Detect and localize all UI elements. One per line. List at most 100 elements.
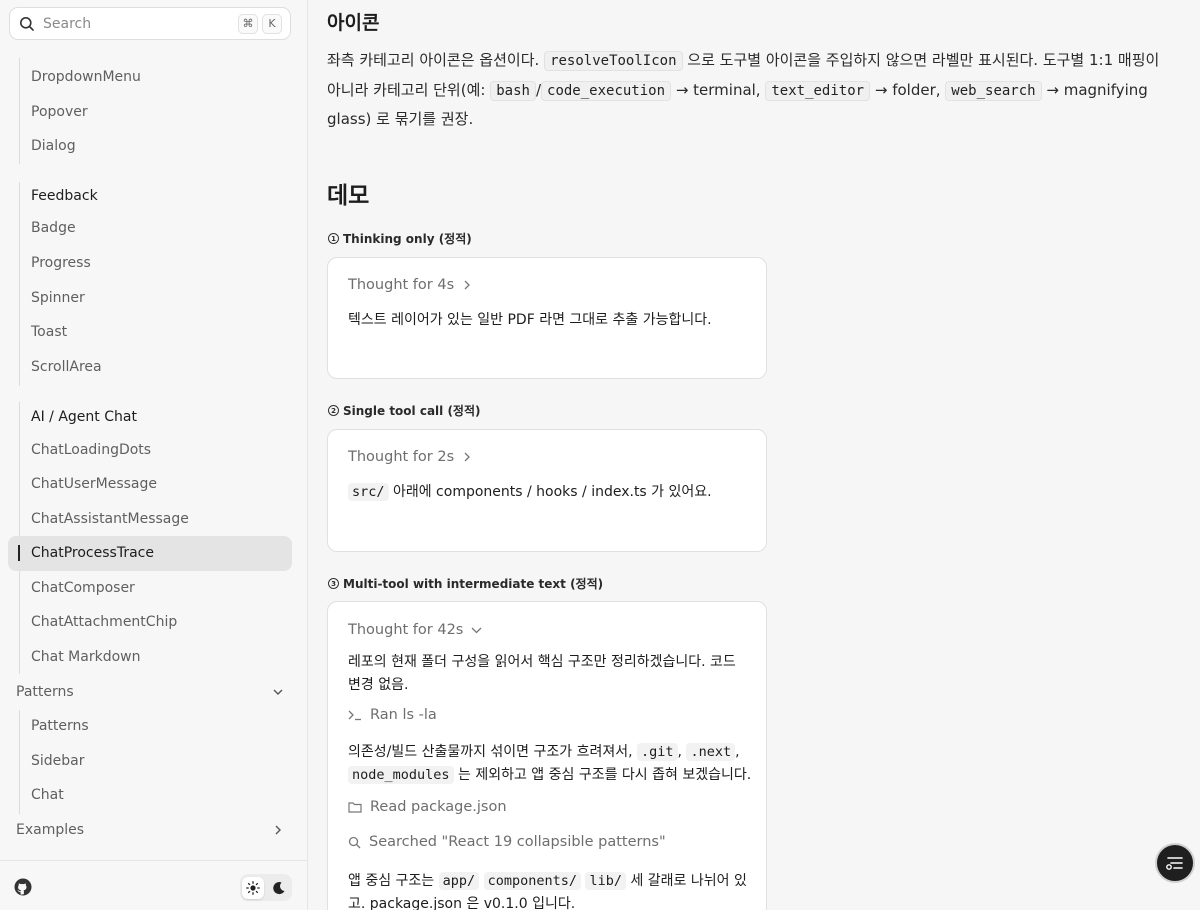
thought-toggle[interactable]: Thought for 42s <box>348 622 482 638</box>
main-content: 아이콘 좌측 카테고리 아이콘은 옵션이다. resolveToolIcon 으… <box>308 0 1200 910</box>
search-placeholder: Search <box>43 15 92 32</box>
text-run: → terminal, <box>675 80 761 99</box>
sidebar-section-patterns[interactable]: Patterns <box>16 684 292 700</box>
text-run: → folder, <box>874 80 941 99</box>
sidebar-item-spinner[interactable]: Spinner <box>31 290 85 306</box>
number-badge: 2 <box>328 405 339 416</box>
chevron-right-icon <box>464 280 471 290</box>
tool-step-label: Read package.json <box>370 799 507 815</box>
sidebar-section-examples[interactable]: Examples <box>16 822 292 838</box>
inline-code: node_modules <box>348 766 454 784</box>
sidebar-item-chatcomposer[interactable]: ChatComposer <box>31 580 135 596</box>
text-run: 는 제외하고 앱 중심 구조를 다시 좁혀 보겠습니다. <box>458 767 752 783</box>
demo-label-text: Multi-tool with intermediate text (정적) <box>343 577 604 591</box>
tool-step-terminal[interactable]: Ran ls -la <box>348 707 437 723</box>
sidebar-item-chat[interactable]: Chat <box>31 787 64 803</box>
shortcut-k-key: K <box>262 13 282 34</box>
sidebar-item-patterns[interactable]: Patterns <box>31 718 89 734</box>
dark-mode-button[interactable] <box>268 877 290 899</box>
demo-label-1: 1 Thinking only (정적) <box>328 230 472 247</box>
section-heading-icons: 아이콘 <box>327 12 380 34</box>
demo-label-2: 2 Single tool call (정적) <box>328 402 481 419</box>
inline-code: web_search <box>945 80 1042 101</box>
search-input[interactable]: Search ⌘ K <box>9 7 291 40</box>
folder-icon <box>348 802 362 813</box>
search-icon <box>20 16 34 31</box>
active-indicator <box>18 545 20 561</box>
text-run: , <box>677 744 682 760</box>
moon-icon <box>273 881 285 894</box>
sidebar-item-sidebar[interactable]: Sidebar <box>31 753 85 769</box>
tool-step-folder[interactable]: Read package.json <box>348 799 507 815</box>
chevron-down-icon <box>471 627 482 634</box>
sidebar-item-popover[interactable]: Popover <box>31 104 88 120</box>
sidebar-item-dropdownmenu[interactable]: DropdownMenu <box>31 69 141 85</box>
sidebar-item-chatusermessage[interactable]: ChatUserMessage <box>31 476 157 492</box>
number-badge: 3 <box>328 578 339 589</box>
chevron-right-icon <box>464 452 471 462</box>
sidebar-section-label: Examples <box>16 822 85 838</box>
text-run: 아래에 components / hooks / index.ts 가 있어요. <box>392 484 712 500</box>
inline-code: app/ <box>438 872 480 890</box>
intermediate-text: 의존성/빌드 산출물까지 섞이면 구조가 흐려져서, .git, .next, … <box>348 741 753 787</box>
thought-label: Thought for 2s <box>348 449 455 465</box>
inline-code: code_execution <box>541 80 672 101</box>
chevron-down-icon <box>273 689 283 695</box>
sidebar-item-chatattachmentchip[interactable]: ChatAttachmentChip <box>31 614 177 630</box>
sun-icon <box>246 880 260 895</box>
light-mode-button[interactable] <box>242 876 264 899</box>
shortcut-cmd-key: ⌘ <box>238 13 258 34</box>
tool-step-label: Searched "React 19 collapsible patterns" <box>369 834 666 850</box>
theme-toggle[interactable] <box>240 874 292 901</box>
inline-code: src/ <box>348 483 389 501</box>
tool-step-search[interactable]: Searched "React 19 collapsible patterns" <box>348 834 666 850</box>
inline-code: lib/ <box>585 872 626 890</box>
demo-card-single-tool-call: Thought for 2s src/ 아래에 components / hoo… <box>327 429 767 552</box>
assistant-message: 텍스트 레이어가 있는 일반 PDF 라면 그대로 추출 가능합니다. <box>348 312 712 328</box>
thought-toggle[interactable]: Thought for 4s <box>348 277 472 293</box>
inline-code: components/ <box>483 872 582 890</box>
sidebar-item-toast[interactable]: Toast <box>31 324 67 340</box>
thought-toggle[interactable]: Thought for 2s <box>348 449 472 465</box>
sidebar-item-dialog[interactable]: Dialog <box>31 138 76 154</box>
inline-code: bash <box>490 80 536 101</box>
assistant-message: src/ 아래에 components / hooks / index.ts 가… <box>348 481 712 504</box>
demo-label-text: Thinking only (정적) <box>343 232 472 246</box>
magnifying-glass-icon <box>348 836 361 848</box>
sidebar-item-chatassistantmessage[interactable]: ChatAssistantMessage <box>31 511 189 527</box>
tool-step-label: Ran ls -la <box>370 707 437 723</box>
nav-guide-line <box>19 182 20 386</box>
text-run: 의존성/빌드 산출물까지 섞이면 구조가 흐려져서, <box>348 744 633 760</box>
number-badge: 1 <box>328 233 339 244</box>
demo-label-3: 3 Multi-tool with intermediate text (정적) <box>328 575 603 592</box>
inline-code: resolveToolIcon <box>544 51 683 71</box>
demo-label-text: Single tool call (정적) <box>343 404 481 418</box>
sidebar-item-chatprocesstrace[interactable]: ChatProcessTrace <box>31 545 154 561</box>
inline-code: text_editor <box>765 80 871 101</box>
toc-button[interactable] <box>1155 843 1195 883</box>
text-run: , <box>735 744 740 760</box>
thought-label: Thought for 4s <box>348 277 455 293</box>
section-heading-demo: 데모 <box>327 183 370 209</box>
sidebar-section-label: Patterns <box>16 684 74 700</box>
nav-guide-line <box>19 58 20 164</box>
sidebar-item-chatloadingdots[interactable]: ChatLoadingDots <box>31 442 151 458</box>
final-text: 앱 중심 구조는 app/ components/ lib/ 세 갈래로 나뉘어… <box>348 870 748 910</box>
demo-card-multi-tool: Thought for 42s 레포의 현재 폴더 구성을 읽어서 핵심 구조만… <box>327 601 767 910</box>
chevron-right-icon <box>275 825 281 835</box>
sidebar-group-feedback: Feedback <box>31 188 98 204</box>
intermediate-text: 레포의 현재 폴더 구성을 읽어서 핵심 구조만 정리하겠습니다. 코드 변경 … <box>348 654 736 693</box>
sidebar-item-chat-markdown[interactable]: Chat Markdown <box>31 649 140 665</box>
terminal-icon <box>348 710 361 721</box>
sidebar-item-badge[interactable]: Badge <box>31 220 76 236</box>
sidebar: Search ⌘ K DropdownMenu Popover Dialog F… <box>0 0 308 910</box>
icons-description: 좌측 카테고리 아이콘은 옵션이다. resolveToolIcon 으로 도구… <box>327 46 1177 134</box>
text-run: 앱 중심 구조는 <box>348 873 435 889</box>
thought-label: Thought for 42s <box>348 622 464 638</box>
text-run: 좌측 카테고리 아이콘은 옵션이다. <box>327 51 540 69</box>
list-filter-icon <box>1166 857 1183 870</box>
sidebar-item-progress[interactable]: Progress <box>31 255 91 271</box>
github-icon[interactable] <box>14 878 32 896</box>
sidebar-item-scrollarea[interactable]: ScrollArea <box>31 359 102 375</box>
inline-code: .next <box>686 743 736 761</box>
